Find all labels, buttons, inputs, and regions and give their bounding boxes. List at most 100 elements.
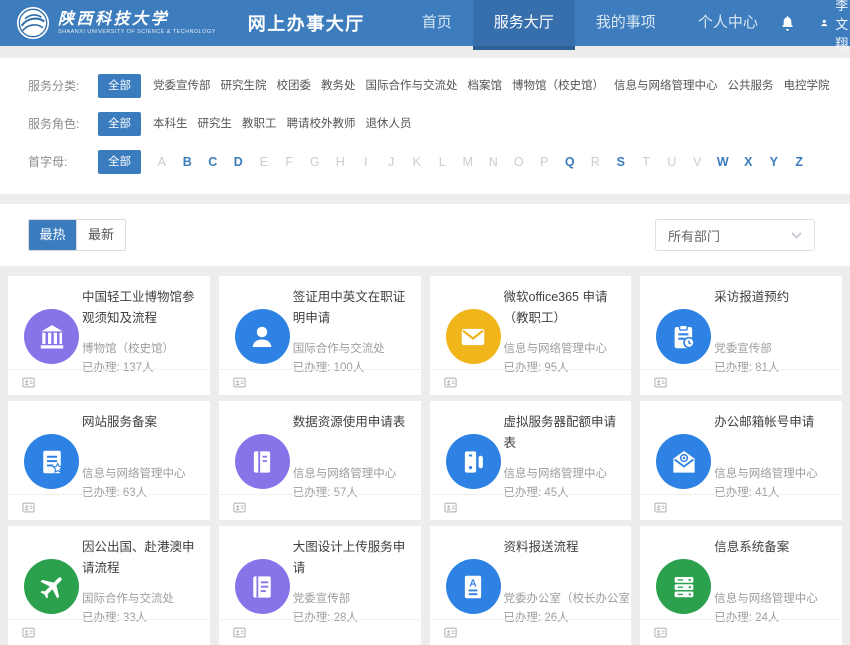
letter-filter[interactable]: D [226,150,252,174]
sort-tab[interactable]: 最热 [29,220,77,250]
user-name: 李文翔 [835,0,850,52]
clipboard-clock-icon [656,309,711,364]
filter-row-role: 服务角色: 全部本科生研究生教职工聘请校外教师退休人员 [28,112,830,136]
service-guide-icon[interactable] [232,625,247,640]
card-title: 因公出国、赴港澳申请流程 [82,537,203,578]
filter-chip[interactable]: 本科生 [149,112,192,136]
user-menu[interactable]: 李文翔 ▼ [820,0,850,52]
service-guide-icon[interactable] [653,500,668,515]
service-card[interactable]: A 资料报送流程 党委办公室（校长办公室） 已办理: 26人 [430,526,632,645]
sort-toolbar: 最热最新 所有部门 [0,204,850,266]
filter-chip[interactable]: 研究生 [194,112,237,136]
letter-filter[interactable]: Q [557,150,583,174]
service-card[interactable]: 网站服务备案 信息与网络管理中心 已办理: 63人 [8,401,210,520]
filter-chip[interactable]: 研究生院 [217,74,271,98]
university-logo-icon [16,6,50,40]
service-guide-icon[interactable] [21,375,36,390]
service-card[interactable]: 大图设计上传服务申请 党委宣传部 已办理: 28人 [219,526,421,645]
letter-filter[interactable]: B [175,150,201,174]
sort-tab[interactable]: 最新 [77,220,125,250]
letter-filter[interactable]: H [328,150,354,174]
card-department: 信息与网络管理中心 [714,465,840,481]
top-header: 陕西科技大学 SHAANXI UNIVERSITY OF SCIENCE & T… [0,0,850,46]
filter-chip[interactable]: 退休人员 [362,112,416,136]
service-guide-icon[interactable] [443,375,458,390]
service-guide-icon[interactable] [443,625,458,640]
service-guide-icon[interactable] [653,375,668,390]
filter-chip[interactable]: 教职工 [238,112,281,136]
service-guide-icon[interactable] [232,500,247,515]
letter-filter[interactable]: L [430,150,456,174]
filter-chip[interactable]: 信息与网络管理中心 [610,74,722,98]
filter-chip[interactable]: 教务处 [317,74,360,98]
nav-item[interactable]: 服务大厅 [473,0,575,46]
filter-chip[interactable]: 博物馆（校史馆） [508,74,608,98]
department-select[interactable]: 所有部门 [655,219,815,251]
letter-filter[interactable]: X [736,150,762,174]
filter-row-initial: 首字母: 全部 ABCDEFGHIJKLMNOPQRSTUVWXYZ [28,150,830,174]
header-right: 李文翔 ▼ [779,0,850,52]
letter-filter[interactable]: F [277,150,303,174]
service-card-grid: 中国轻工业博物馆参观须知及流程 博物馆（校史馆） 已办理: 137人 签证用中英… [0,266,850,645]
letter-filter[interactable]: M [455,150,481,174]
service-card[interactable]: 签证用中英文在职证明申请 国际合作与交流处 已办理: 100人 [219,276,421,395]
letter-filter[interactable]: J [379,150,405,174]
filter-chip[interactable]: 校团委 [273,74,316,98]
filter-chip[interactable]: 聘请校外教师 [283,112,360,136]
nav-item[interactable]: 我的事项 [575,0,677,46]
service-card[interactable]: 信息系统备案 信息与网络管理中心 已办理: 24人 [640,526,842,645]
filter-chip[interactable]: 档案馆 [464,74,507,98]
letter-filter[interactable]: S [608,150,634,174]
letter-filter[interactable]: O [506,150,532,174]
filter-chip[interactable]: 电控学院 [780,74,834,98]
service-card[interactable]: 虚拟服务器配额申请表 信息与网络管理中心 已办理: 45人 [430,401,632,520]
letter-filter[interactable]: V [685,150,711,174]
filter-label-initial: 首字母: [28,150,98,174]
service-guide-icon[interactable] [443,500,458,515]
filter-chip[interactable]: 公共服务 [724,74,778,98]
nav-item[interactable]: 个人中心 [677,0,779,46]
mail-open-icon [656,434,711,489]
filter-chip[interactable]: 全部 [98,74,141,98]
nav-item[interactable]: 首页 [401,0,473,46]
university-name-en: SHAANXI UNIVERSITY OF SCIENCE & TECHNOLO… [58,30,216,36]
notification-bell-icon[interactable] [779,15,796,32]
letter-filter[interactable]: C [200,150,226,174]
filter-chip[interactable]: 全部 [98,150,141,174]
service-card[interactable]: 中国轻工业博物馆参观须知及流程 博物馆（校史馆） 已办理: 137人 [8,276,210,395]
envelope-icon [446,309,501,364]
letter-filter[interactable]: Z [787,150,813,174]
letter-filter[interactable]: T [634,150,660,174]
service-guide-icon[interactable] [21,500,36,515]
filter-panel: 服务分类: 全部党委宣传部研究生院校团委教务处国际合作与交流处档案馆博物馆（校史… [0,58,850,194]
document-a-icon: A [446,559,501,614]
service-card[interactable]: 采访报道预约 党委宣传部 已办理: 81人 [640,276,842,395]
filter-chip[interactable]: 全部 [98,112,141,136]
service-guide-icon[interactable] [232,375,247,390]
service-guide-icon[interactable] [653,625,668,640]
letter-filter[interactable]: W [710,150,736,174]
letter-filter[interactable]: U [659,150,685,174]
letter-filter[interactable]: K [404,150,430,174]
service-card[interactable]: 微软office365 申请（教职工） 信息与网络管理中心 已办理: 95人 [430,276,632,395]
letter-filter[interactable]: I [353,150,379,174]
filter-chip[interactable]: 党委宣传部 [149,74,215,98]
card-department: 国际合作与交流处 [293,340,419,356]
letter-filter[interactable]: P [532,150,558,174]
card-title: 微软office365 申请（教职工） [504,287,625,328]
book-icon [235,559,290,614]
service-guide-icon[interactable] [21,625,36,640]
svg-text:A: A [469,578,476,589]
filter-chip[interactable]: 国际合作与交流处 [362,74,462,98]
letter-filter[interactable]: Y [761,150,787,174]
letter-filter[interactable]: R [583,150,609,174]
letter-filter[interactable]: E [251,150,277,174]
service-card[interactable]: 因公出国、赴港澳申请流程 国际合作与交流处 已办理: 33人 [8,526,210,645]
service-card[interactable]: 数据资源使用申请表 信息与网络管理中心 已办理: 57人 [219,401,421,520]
filter-label-role: 服务角色: [28,112,98,136]
chevron-down-icon [791,232,802,239]
letter-filter[interactable]: N [481,150,507,174]
service-card[interactable]: 办公邮箱帐号申请 信息与网络管理中心 已办理: 41人 [640,401,842,520]
letter-filter[interactable]: G [302,150,328,174]
letter-filter[interactable]: A [149,150,175,174]
